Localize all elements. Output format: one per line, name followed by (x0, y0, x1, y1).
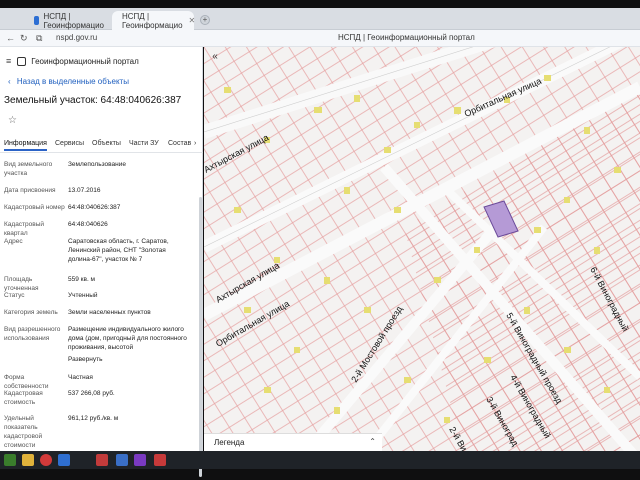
brand: ≡ Геоинформационный портал (6, 56, 139, 66)
field-label: Статус (4, 292, 25, 299)
field-value: Размещение индивидуального жилого дома (… (68, 326, 187, 351)
brand-name: Геоинформационный портал (31, 56, 139, 66)
bookmark-icon[interactable]: ⧉ (36, 33, 42, 44)
portal-logo-icon (17, 56, 27, 66)
tab-information[interactable]: Информация (4, 140, 47, 151)
app-icon[interactable] (154, 454, 166, 466)
field-label: Кадастровый квартал (4, 221, 45, 237)
field-value: 537 266,08 руб. (68, 390, 115, 397)
field-row: Площадь уточненная 559 кв. м (4, 275, 199, 292)
chevron-up-icon[interactable]: ⌃ (369, 437, 376, 446)
app-icon[interactable] (116, 454, 128, 466)
field-label: Кадастровый номер (4, 204, 65, 211)
window-title: НСПД | Геоинформационный портал (338, 33, 475, 42)
tab-label: НСПД | Геоинформацио (122, 11, 183, 30)
map-view[interactable]: Орбитальная улица Ахтырская улица Ахтырс… (204, 47, 640, 455)
field-row: Дата присвоения 13.07.2016 (4, 186, 199, 196)
field-value: Саратовская область, г. Саратов, Ленинск… (68, 238, 169, 263)
legend-bar[interactable]: Легенда ⌃ (204, 433, 382, 451)
field-row: Кадастровый квартал 64:48:040626 (4, 220, 199, 237)
tab-favicon-icon (34, 16, 40, 25)
field-row: Вид земельного участка Землепользование (4, 160, 199, 180)
app-icon[interactable] (96, 454, 108, 466)
screen: НСПД | Геоинформацио НСПД | Геоинформаци… (0, 0, 640, 480)
field-row: Адрес Саратовская область, г. Саратов, Л… (4, 237, 199, 265)
address-bar[interactable]: nspd.gov.ru (56, 33, 97, 42)
field-label: Адрес (4, 238, 23, 245)
tab-composition[interactable]: Состав (168, 140, 191, 147)
close-icon[interactable]: ✕ (189, 16, 196, 25)
expand-link[interactable]: Развернуть (68, 355, 196, 364)
legend-label: Легенда (214, 438, 245, 447)
field-value: Землепользование (68, 161, 126, 168)
back-link[interactable]: ‹ Назад в выделенные объекты (8, 77, 129, 86)
field-label: Вид разрешенного использования (4, 326, 61, 342)
tab-parts[interactable]: Части ЗУ (129, 140, 159, 147)
field-value: 64:48:040626 (68, 221, 108, 228)
field-row: Кадастровый номер 64:48:040626:387 (4, 203, 199, 213)
field-row: Форма собственности Частная (4, 373, 199, 390)
back-label: Назад в выделенные объекты (16, 77, 129, 86)
folder-icon[interactable] (22, 454, 34, 466)
back-arrow-icon[interactable]: ← (6, 33, 15, 43)
field-value: 13.07.2016 (68, 187, 101, 194)
browser-tab-active[interactable]: НСПД | Геоинформацио ✕ (112, 11, 196, 30)
app-icon[interactable] (134, 454, 146, 466)
info-panel: ≡ Геоинформационный портал ‹ Назад в выд… (0, 47, 203, 477)
field-value: 961,12 руб./кв. м (68, 415, 119, 422)
tab-objects[interactable]: Объекты (92, 140, 121, 147)
field-label: Категория земель (4, 309, 58, 316)
tab-services[interactable]: Сервисы (55, 140, 84, 147)
field-value: 559 кв. м (68, 276, 96, 283)
field-row: Категория земель Земли населенных пункто… (4, 308, 199, 318)
field-value: 64:48:040626:387 (68, 204, 121, 211)
chevron-left-icon: ‹ (8, 77, 11, 86)
field-value: Учтенный (68, 292, 98, 299)
new-tab-button[interactable]: + (200, 15, 210, 25)
cadastral-map[interactable]: Орбитальная улица Ахтырская улица Ахтырс… (204, 47, 640, 455)
menu-icon[interactable]: ≡ (6, 56, 11, 66)
yandex-browser-icon[interactable] (40, 454, 52, 466)
field-value: Частная (68, 374, 93, 381)
field-row: Удельный показатель кадастровой стоимост… (4, 414, 199, 449)
start-icon[interactable] (4, 454, 16, 466)
tabs-more-icon[interactable]: › (194, 140, 196, 147)
field-label: Дата присвоения (4, 187, 56, 194)
collapse-panel-button[interactable]: « (208, 50, 222, 64)
field-label: Удельный показатель кадастровой стоимост… (4, 415, 43, 449)
field-row: Кадастровая стоимость 537 266,08 руб. (4, 389, 199, 407)
reload-icon[interactable]: ↻ (20, 33, 28, 44)
browser-toolbar: ← ↻ ⧉ nspd.gov.ru НСПД | Геоинформационн… (0, 30, 640, 47)
panel-scrollbar[interactable] (199, 197, 202, 477)
favorite-star-icon[interactable]: ☆ (8, 115, 17, 126)
page-title: Земельный участок: 64:48:040626:387 (4, 95, 182, 106)
field-value: Земли населенных пунктов (68, 309, 151, 316)
tab-label: НСПД | Геоинформацио (43, 11, 104, 30)
field-row: Статус Учтенный (4, 291, 199, 301)
taskbar (0, 451, 640, 469)
browser-tab-bar: НСПД | Геоинформацио НСПД | Геоинформаци… (0, 8, 640, 30)
browser-tab[interactable]: НСПД | Геоинформацио (28, 11, 110, 30)
field-label: Кадастровая стоимость (4, 390, 43, 406)
app-icon[interactable] (58, 454, 70, 466)
expand-row: Развернуть (4, 355, 199, 365)
panel-tabs: Информация Сервисы Объекты Части ЗУ Сост… (0, 137, 203, 153)
field-label: Вид земельного участка (4, 161, 53, 177)
